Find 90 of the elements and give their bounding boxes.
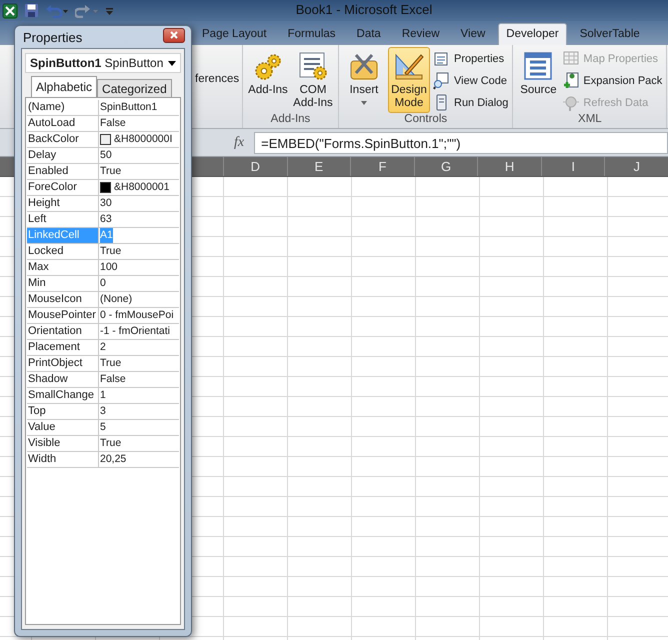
property-value[interactable]: True: [100, 436, 122, 451]
ribbon-tab[interactable]: Review: [394, 23, 448, 45]
property-name[interactable]: Width: [27, 452, 99, 467]
object-dropdown[interactable]: SpinButton1 SpinButton: [25, 53, 181, 73]
button-label[interactable]: ferences: [195, 73, 240, 85]
column-header[interactable]: J: [604, 157, 668, 176]
ribbon-button[interactable]: Run Dialog: [433, 93, 508, 112]
property-value[interactable]: 3: [100, 404, 106, 419]
ribbon-button[interactable]: Source: [517, 47, 560, 113]
property-name[interactable]: BackColor: [27, 132, 99, 147]
ribbon-button[interactable]: Expansion Pack: [562, 71, 662, 90]
group-label: XML: [577, 113, 603, 127]
ribbon-button[interactable]: Design Mode: [388, 47, 430, 113]
table-icon: [522, 51, 554, 81]
properties-title: Properties: [23, 30, 82, 44]
property-name[interactable]: SmallChange: [27, 388, 99, 403]
property-name[interactable]: MouseIcon: [27, 292, 99, 307]
ribbon-button[interactable]: Insert: [343, 47, 385, 113]
document-plus-icon: [562, 72, 580, 90]
property-value[interactable]: SpinButton1: [100, 100, 158, 115]
property-name[interactable]: AutoLoad: [27, 116, 99, 131]
property-value[interactable]: 30: [100, 196, 112, 211]
ribbon-tab[interactable]: Page Layout: [194, 23, 275, 45]
property-value[interactable]: 100: [100, 260, 118, 275]
property-value[interactable]: &H8000001: [114, 180, 170, 195]
property-value[interactable]: True: [100, 244, 122, 259]
ribbon-tab[interactable]: View: [452, 23, 494, 45]
property-name[interactable]: Visible: [27, 436, 99, 451]
property-value[interactable]: True: [100, 356, 122, 371]
property-value[interactable]: &H8000000I: [114, 132, 172, 147]
property-name[interactable]: (Name): [27, 100, 99, 115]
tab[interactable]: Alphabetic: [31, 76, 98, 97]
ribbon-button[interactable]: Properties: [433, 49, 508, 68]
property-value[interactable]: 20,25: [100, 452, 126, 467]
property-value[interactable]: True: [100, 164, 122, 179]
property-name[interactable]: Shadow: [27, 372, 99, 387]
close-button[interactable]: [163, 28, 185, 42]
property-value[interactable]: 2: [100, 340, 106, 355]
property-name[interactable]: Orientation: [27, 324, 99, 339]
property-name[interactable]: MousePointer: [27, 308, 99, 323]
property-value[interactable]: 0: [100, 276, 106, 291]
property-name[interactable]: Delay: [27, 148, 99, 163]
property-value[interactable]: False: [100, 116, 126, 131]
property-name[interactable]: Top: [27, 404, 99, 419]
close-icon: [170, 31, 178, 39]
list-gear-icon: [297, 51, 329, 81]
property-value[interactable]: 50: [100, 148, 112, 163]
property-value[interactable]: 1: [100, 388, 106, 403]
property-name[interactable]: Height: [27, 196, 99, 211]
redo-icon[interactable]: [75, 4, 99, 18]
property-name[interactable]: PrintObject: [27, 356, 99, 371]
property-value[interactable]: 5: [100, 420, 106, 435]
property-name[interactable]: Min: [27, 276, 99, 291]
column-header[interactable]: F: [350, 157, 414, 176]
property-name[interactable]: Left: [27, 212, 99, 227]
property-value[interactable]: 0 - fmMousePoi: [100, 308, 174, 323]
group-label: Add-Ins: [270, 113, 312, 127]
window-title: Book1 - Microsoft Excel: [294, 2, 432, 17]
formula-field[interactable]: =EMBED("Forms.SpinButton.1";""): [254, 132, 668, 154]
property-value[interactable]: -1 - fmOrientati: [100, 324, 170, 339]
property-value[interactable]: False: [100, 372, 126, 387]
column-header[interactable]: I: [540, 157, 604, 176]
property-name[interactable]: Placement: [27, 340, 99, 355]
save-icon[interactable]: [24, 3, 39, 18]
column-header[interactable]: D: [223, 157, 287, 176]
tab[interactable]: Categorized: [97, 79, 172, 97]
code-magnifier-icon: [433, 72, 451, 90]
ruler-pencil-icon: [393, 51, 425, 81]
property-name[interactable]: Max: [27, 260, 99, 275]
ribbon-button[interactable]: COM Add-Ins: [292, 47, 334, 113]
ribbon-tab[interactable]: Data: [348, 23, 389, 45]
property-value[interactable]: 63: [100, 212, 112, 227]
excel-logo-icon[interactable]: [2, 2, 18, 18]
ribbon-button[interactable]: Add-Ins: [247, 47, 289, 113]
group-label: Controls: [403, 113, 448, 127]
ribbon-tab[interactable]: SolverTable: [572, 23, 648, 45]
property-name[interactable]: Locked: [27, 244, 99, 259]
column-header[interactable]: G: [414, 157, 478, 176]
insert-function-button[interactable]: fx: [230, 134, 248, 150]
ribbon-tab[interactable]: Formulas: [280, 23, 344, 45]
column-header[interactable]: H: [477, 157, 541, 176]
property-name[interactable]: Value: [27, 420, 99, 435]
ribbon-tab[interactable]: Developer: [498, 23, 567, 45]
caret-icon: [168, 60, 176, 66]
property-value[interactable]: (None): [100, 292, 132, 307]
ribbon-button[interactable]: View Code: [433, 71, 508, 90]
property-name[interactable]: Enabled: [27, 164, 99, 179]
property-name[interactable]: ForeColor: [27, 180, 99, 195]
column-header[interactable]: E: [286, 157, 350, 176]
map-grid-icon: [562, 50, 580, 68]
